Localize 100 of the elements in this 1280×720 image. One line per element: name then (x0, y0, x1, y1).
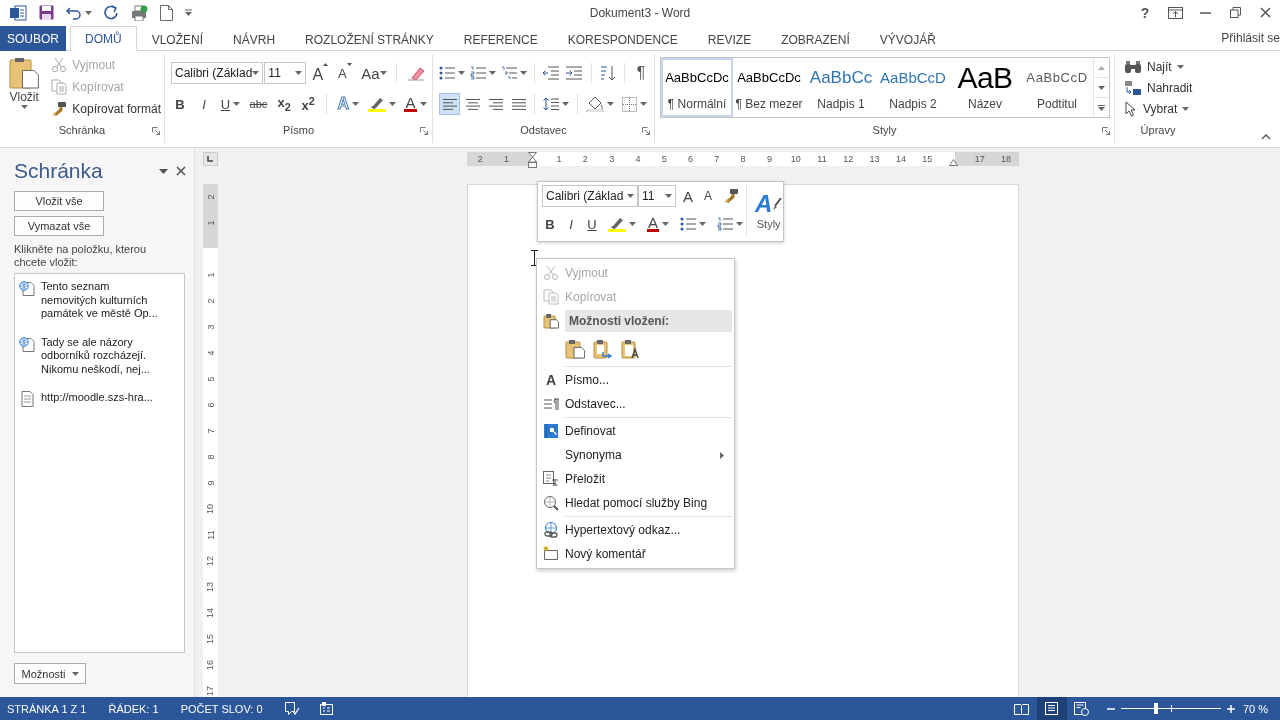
font-name-field[interactable]: Calibri (Základ (542, 185, 638, 207)
new-document-icon[interactable] (160, 4, 173, 21)
macro-recording-icon[interactable] (319, 702, 333, 715)
scroll-up-icon (1098, 66, 1105, 70)
shrink-font-button[interactable]: A (335, 62, 355, 84)
bold-button[interactable]: B (171, 93, 189, 115)
line-indicator[interactable]: ŘÁDEK: 1 (108, 702, 159, 715)
menu-item[interactable]: Hypertextový odkaz... (537, 518, 734, 542)
sub-button[interactable]: x$_{2}$ (275, 93, 294, 115)
show-formatting-marks-button[interactable]: ¶ (632, 62, 651, 84)
font-color-button[interactable]: A (402, 93, 428, 115)
grow-font-button[interactable]: A (309, 62, 332, 84)
save-icon[interactable] (39, 5, 54, 20)
zoom-level[interactable]: 70 % (1242, 702, 1268, 715)
line-spacing-icon (543, 97, 559, 111)
indent-marker-icon[interactable] (528, 152, 538, 168)
page-indicator[interactable]: STRÁNKA 1 Z 1 (7, 702, 87, 715)
dialog-launcher-icon[interactable] (152, 127, 160, 135)
sign-in-link[interactable]: Přihlásit se (1221, 30, 1280, 45)
dialog-launcher-icon[interactable] (1102, 127, 1110, 135)
pane-button[interactable]: Vymazat vše (14, 216, 104, 236)
zoom-in-icon[interactable] (1226, 704, 1235, 713)
ribbon-tab[interactable]: DOMŮ (70, 26, 137, 51)
clipboard-icon (9, 57, 40, 89)
text-only-icon[interactable] (621, 339, 641, 359)
caret-icon (640, 102, 647, 106)
strike-button[interactable]: abc (247, 93, 270, 115)
bold-button[interactable]: B (542, 213, 558, 235)
font-size-field[interactable]: 11 (264, 62, 306, 84)
multilevel-list-icon (500, 66, 517, 80)
menu-item[interactable]: Nový komentář (537, 542, 734, 566)
dialog-launcher-icon[interactable] (642, 127, 650, 135)
font-color-button[interactable]: A (644, 213, 672, 235)
ribbon-tab[interactable]: VLOŽENÍ (136, 27, 219, 51)
font-name-field[interactable]: Calibri (Základ (171, 62, 264, 84)
style-item[interactable]: AaB Název (949, 58, 1021, 117)
view-button[interactable] (1036, 697, 1067, 720)
caret-icon (71, 671, 79, 676)
menu-item[interactable]: Definovat (537, 419, 734, 443)
clipboard-command[interactable]: Kopírovat formát (48, 98, 164, 120)
ribbon-tab[interactable]: NÁVRH (218, 27, 291, 51)
styles-button[interactable]: A Styly (746, 185, 784, 237)
ruler-number: 5 (205, 376, 216, 382)
define-icon (543, 423, 559, 439)
underline-button[interactable]: U (219, 93, 242, 115)
shrink-font-button[interactable]: A (700, 185, 716, 207)
word-count[interactable]: POČET SLOV: 0 (180, 702, 263, 715)
options-button[interactable]: Možnosti (14, 663, 86, 684)
editing-command[interactable]: Najít (1121, 56, 1196, 78)
undo-icon[interactable] (66, 5, 82, 20)
redo-icon[interactable] (104, 5, 119, 20)
clipboard-item[interactable]: http://moodle.szs-hra... (19, 391, 180, 407)
caret-icon (662, 222, 669, 226)
dialog-launcher-icon[interactable] (420, 127, 428, 135)
menu-item[interactable]: Odstavec... (537, 392, 734, 416)
proofing-icon[interactable] (284, 701, 300, 716)
close-icon[interactable] (176, 166, 186, 176)
ruler-number: 4 (635, 154, 641, 164)
print-preview-icon[interactable] (131, 4, 148, 21)
menu-item[interactable]: Synonyma (537, 443, 734, 467)
help-button[interactable]: ? (1130, 0, 1160, 25)
numbering-icon (717, 217, 733, 231)
zoom-thumb[interactable] (1153, 703, 1158, 714)
style-item[interactable]: AaBbCcD Nadpis 2 (877, 58, 949, 117)
underline-button[interactable]: U (584, 213, 600, 235)
ribbon-tab[interactable]: VÝVOJÁŘ (864, 27, 951, 51)
font-size-field[interactable]: 11 (638, 185, 676, 207)
menu-item[interactable]: Hledat pomocí služby Bing (537, 491, 734, 515)
style-item[interactable]: AaBbCcDc ¶ Bez mezer (733, 58, 805, 117)
customize-toolbar-icon[interactable] (185, 9, 192, 16)
pane-button[interactable]: Vložit vše (14, 191, 104, 211)
align-button[interactable] (439, 93, 460, 115)
grow-font-button[interactable]: A (680, 185, 696, 207)
menu-item[interactable]: Přeložit (537, 467, 734, 491)
style-item[interactable]: AaBbCcDc ¶ Normální (661, 58, 733, 117)
right-indent-icon[interactable] (949, 159, 958, 166)
ribbon-tab[interactable]: ROZLOŽENÍ STRÁNKY (290, 27, 449, 51)
borders-icon (622, 96, 637, 112)
editing-command[interactable]: Nahradit (1121, 77, 1196, 99)
sup-button[interactable]: x$^{2}$ (299, 93, 318, 115)
menu-item[interactable]: A Písmo... (537, 368, 734, 392)
italic-button[interactable]: I (563, 213, 579, 235)
paste-button[interactable]: Vložit (3, 54, 46, 118)
ribbon-tab[interactable]: KORESPONDENCE (552, 27, 693, 51)
tab-selector-icon[interactable] (203, 152, 218, 166)
italic-button[interactable]: I (195, 93, 213, 115)
ribbon-tab[interactable]: ZOBRAZENÍ (766, 27, 865, 51)
clipboard-item[interactable]: Tady se ale názory odborníků rozcházejí. Nikomu neškodí, nej... (19, 335, 180, 376)
clipboard-item[interactable]: Tento seznam nemovitých kulturních památek ve městě Op... (19, 280, 180, 321)
change-case-button[interactable]: Aa (358, 62, 390, 84)
style-item[interactable]: AaBbCc Nadpis 1 (805, 58, 877, 117)
word-logo-icon[interactable] (10, 4, 27, 21)
ribbon-tab[interactable]: REFERENCE (448, 27, 553, 51)
style-item[interactable]: AaBbCcD Podtitul (1021, 58, 1093, 117)
editing-command[interactable]: Vybrat (1121, 98, 1196, 120)
pane-menu-icon[interactable] (159, 168, 168, 174)
merge-formatting-icon[interactable] (593, 339, 613, 359)
file-tab[interactable]: SOUBOR (0, 26, 66, 51)
collapse-ribbon-button[interactable] (1260, 133, 1272, 141)
ribbon-tab[interactable]: REVIZE (692, 27, 767, 51)
